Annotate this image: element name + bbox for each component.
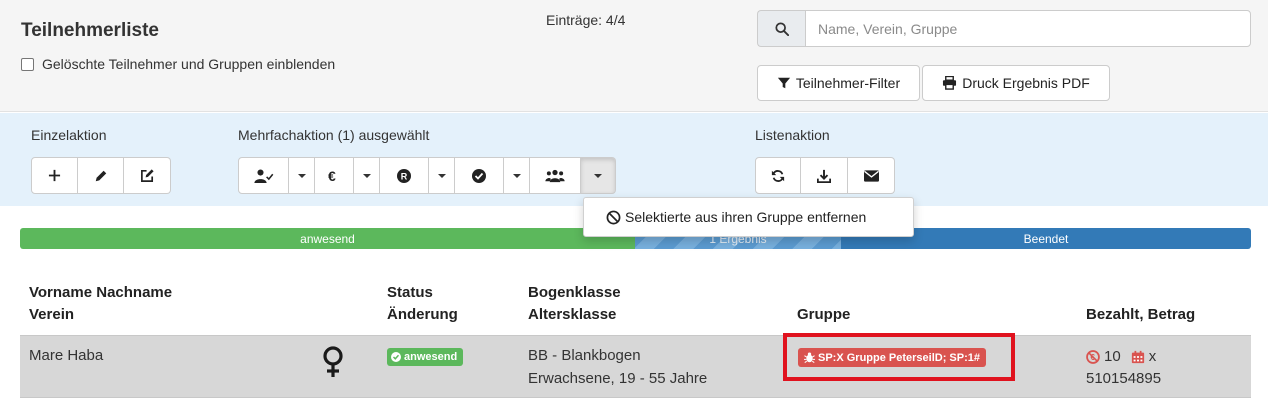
- show-deleted-label: Gelöschte Teilnehmer und Gruppen einblen…: [42, 56, 336, 72]
- download-button[interactable]: [801, 157, 848, 194]
- filter-icon: [777, 77, 790, 89]
- check-circle-icon: [391, 352, 401, 362]
- ageclass-value: Erwachsene, 19 - 55 Jahre: [528, 370, 708, 387]
- group-action-dropdown[interactable]: Selektierte aus ihren Gruppe entfernen: [583, 197, 914, 237]
- check-circle-icon: [472, 168, 486, 183]
- refresh-button[interactable]: [755, 157, 801, 194]
- add-button[interactable]: [31, 157, 78, 194]
- single-action-label: Einzelaktion: [31, 127, 107, 143]
- payment-action-caret[interactable]: [354, 157, 380, 194]
- participant-filter-label: Teilnehmer-Filter: [795, 75, 901, 91]
- edit-button[interactable]: [78, 157, 124, 194]
- participant-name: Mare Haba: [29, 347, 104, 364]
- group-highlight-frame: [783, 333, 1015, 381]
- checkbox-box[interactable]: [21, 57, 34, 71]
- page-title: Teilnehmerliste: [21, 20, 159, 41]
- show-deleted-checkbox[interactable]: Gelöschte Teilnehmer und Gruppen einblen…: [21, 56, 335, 72]
- paid-id: 510154895: [1086, 370, 1162, 387]
- search-button[interactable]: [757, 10, 805, 47]
- svg-text:€: €: [328, 169, 336, 183]
- status-action-button[interactable]: [238, 157, 289, 194]
- header-group[interactable]: Gruppe: [797, 304, 850, 326]
- progress-segment-present: anwesend: [20, 228, 635, 249]
- status-action-caret[interactable]: [289, 157, 315, 194]
- chevron-down-icon: [437, 173, 446, 178]
- top-bar: Teilnehmerliste Gelöschte Teilnehmer und…: [0, 0, 1268, 112]
- plus-icon: [48, 169, 61, 182]
- paid-amount: 10: [1104, 348, 1121, 365]
- refresh-icon: [771, 169, 785, 182]
- action-bar: Einzelaktion Mehrfachaktion (1) ausgewäh…: [0, 113, 1268, 206]
- bowclass-value: BB - Blankbogen: [528, 347, 641, 364]
- paid-suffix: x: [1148, 348, 1157, 365]
- header-club[interactable]: Verein: [29, 304, 74, 326]
- registration-action-button[interactable]: R: [380, 157, 429, 194]
- multi-action-group: € R: [238, 157, 616, 194]
- table-row[interactable]: Mare Haba anwesend BB - Blankbogen Erwac…: [20, 335, 1251, 398]
- header-status[interactable]: Status: [387, 282, 433, 304]
- chevron-down-icon: [362, 173, 371, 178]
- svg-text:R: R: [401, 171, 408, 181]
- remove-from-group-item[interactable]: Selektierte aus ihren Gruppe entfernen: [625, 209, 866, 225]
- female-icon: [323, 346, 343, 377]
- euro-icon: €: [328, 169, 336, 183]
- multi-action-label: Mehrfachaktion (1) ausgewählt: [238, 127, 430, 143]
- entries-count: Einträge: 4/4: [546, 12, 626, 28]
- print-result-pdf-button[interactable]: Druck Ergebnis PDF: [922, 65, 1110, 101]
- search-icon: [774, 21, 789, 36]
- paid-cell: € 10 x 510154895: [1086, 346, 1161, 390]
- edit-square-icon: [140, 169, 154, 182]
- search-group: [757, 10, 1251, 47]
- header-paid[interactable]: Bezahlt, Betrag: [1086, 304, 1195, 326]
- confirm-action-button[interactable]: [455, 157, 504, 194]
- registration-action-caret[interactable]: [429, 157, 455, 194]
- edit-details-button[interactable]: [124, 157, 171, 194]
- status-badge-label: anwesend: [404, 351, 458, 363]
- header-ageclass[interactable]: Altersklasse: [528, 304, 616, 326]
- user-check-icon: [253, 168, 273, 183]
- calendar-icon[interactable]: [1131, 350, 1145, 364]
- header-bowclass[interactable]: Bogenklasse: [528, 282, 621, 304]
- single-action-group: [31, 157, 171, 194]
- envelope-icon: [863, 169, 879, 182]
- list-action-label: Listenaktion: [755, 127, 830, 143]
- chevron-down-icon: [594, 173, 602, 178]
- email-button[interactable]: [848, 157, 895, 194]
- header-name[interactable]: Vorname Nachname: [29, 282, 172, 304]
- registered-icon: R: [397, 168, 411, 183]
- participant-filter-button[interactable]: Teilnehmer-Filter: [757, 65, 920, 101]
- search-input[interactable]: [805, 10, 1251, 47]
- ban-icon: [606, 210, 621, 224]
- group-action-button[interactable]: [530, 157, 581, 194]
- payment-action-button[interactable]: €: [315, 157, 354, 194]
- print-icon: [943, 76, 957, 90]
- status-badge: anwesend: [387, 348, 464, 366]
- users-icon: [545, 169, 565, 182]
- header-change[interactable]: Änderung: [387, 304, 458, 326]
- download-icon: [817, 169, 831, 183]
- no-money-icon: €: [1086, 350, 1100, 364]
- chevron-down-icon: [297, 173, 306, 178]
- chevron-down-icon: [512, 173, 521, 178]
- print-result-pdf-label: Druck Ergebnis PDF: [962, 75, 1090, 91]
- group-action-caret[interactable]: [581, 157, 616, 194]
- confirm-action-caret[interactable]: [504, 157, 530, 194]
- pencil-icon: [95, 170, 106, 181]
- list-action-group: [755, 157, 895, 194]
